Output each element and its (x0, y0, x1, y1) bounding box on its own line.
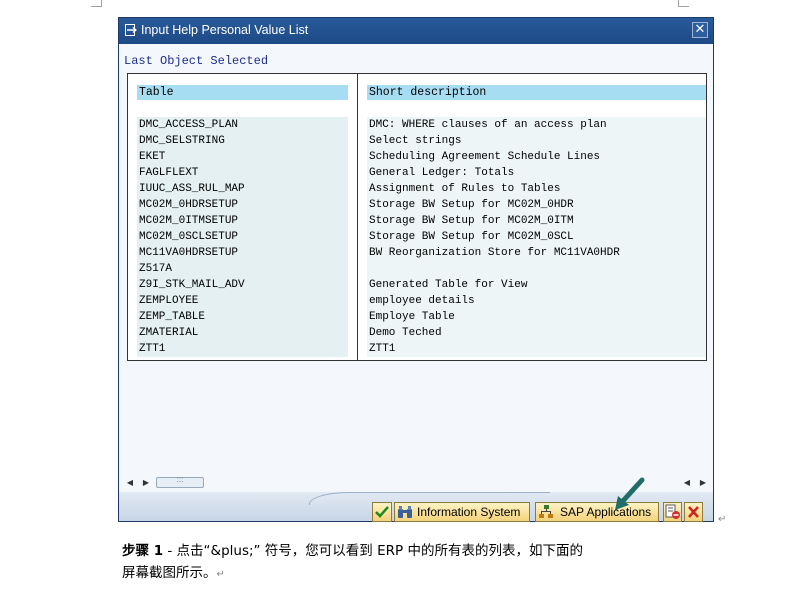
short-description-cell[interactable]: Storage BW Setup for MC02M_0SCL (367, 229, 706, 245)
short-description-cell[interactable] (367, 261, 706, 277)
short-description-cell[interactable]: General Ledger: Totals (367, 165, 706, 181)
scroll-right-end-icon[interactable]: ▶ (697, 477, 709, 489)
table-name-cell[interactable]: ZEMPLOYEE (137, 293, 348, 309)
section-heading: Last Object Selected (124, 54, 269, 68)
table-row[interactable]: DMC_ACCESS_PLAN DMC: WHERE clauses of an … (128, 117, 706, 133)
scroll-thumb[interactable]: ::: (156, 475, 204, 488)
confirm-button[interactable] (372, 502, 392, 522)
table-name-cell[interactable]: Z517A (137, 261, 348, 277)
table-row[interactable]: ZMATERIAL Demo Teched (128, 325, 706, 341)
short-description-cell[interactable]: Demo Teched (367, 325, 706, 341)
table-row[interactable]: FAGLFLEXT General Ledger: Totals (128, 165, 706, 181)
table-row[interactable]: MC02M_0HDRSETUP Storage BW Setup for MC02… (128, 197, 706, 213)
table-name-cell[interactable]: MC11VA0HDRSETUP (137, 245, 348, 261)
table-name-cell[interactable]: MC02M_0SCLSETUP (137, 229, 348, 245)
annotation-arrow-icon (615, 477, 645, 510)
short-description-cell[interactable]: Storage BW Setup for MC02M_0HDR (367, 197, 706, 213)
table-row[interactable]: EKET Scheduling Agreement Schedule Lines (128, 149, 706, 165)
table-name-cell[interactable]: Z9I_STK_MAIL_ADV (137, 277, 348, 293)
column-header-table[interactable]: Table (137, 85, 348, 100)
scroll-thumb-grip: ::: (176, 475, 184, 484)
cancel-button[interactable] (684, 502, 703, 522)
personal-list-button[interactable] (663, 502, 682, 522)
short-description-cell[interactable]: Scheduling Agreement Schedule Lines (367, 149, 706, 165)
table-row[interactable]: MC02M_0ITMSETUP Storage BW Setup for MC02… (128, 213, 706, 229)
table-row[interactable]: ZTT1 ZTT1 (128, 341, 706, 357)
instruction-paragraph: 步骤 1 - 点击“&plus;” 符号，您可以看到 ERP 中的所有表的列表，… (122, 540, 682, 586)
title-bar[interactable]: Input Help Personal Value List ✕ (119, 18, 713, 44)
instruction-line-2: 屏幕截图所示。 (122, 565, 217, 581)
page-corner-mark-left (91, 0, 102, 7)
instruction-line-1: - 点击“&plus;” 符号，您可以看到 ERP 中的所有表的列表，如下面的 (163, 543, 583, 559)
table-name-cell[interactable]: DMC_SELSTRING (137, 133, 348, 149)
page-corner-mark-right (678, 0, 689, 7)
scroll-left-icon[interactable]: ◀ (124, 477, 136, 489)
information-system-button[interactable]: Information System (394, 502, 530, 522)
scroll-right-icon[interactable]: ▶ (140, 477, 152, 489)
scroll-left-end-icon[interactable]: ◀ (681, 477, 693, 489)
step-label: 步骤 1 (122, 543, 164, 559)
table-name-cell[interactable]: ZTT1 (137, 341, 348, 357)
information-system-label: Information System (417, 505, 521, 519)
input-help-icon (125, 24, 137, 36)
value-list-table: Table Short description DMC_ACCESS_PLAN D… (127, 73, 707, 361)
table-row[interactable]: ZEMP_TABLE Employe Table (128, 309, 706, 325)
window-title: Input Help Personal Value List (141, 23, 309, 37)
short-description-cell[interactable]: employee details (367, 293, 706, 309)
list-remove-icon (665, 504, 680, 519)
short-description-cell[interactable]: BW Reorganization Store for MC11VA0HDR (367, 245, 706, 261)
short-description-cell[interactable]: Storage BW Setup for MC02M_0ITM (367, 213, 706, 229)
table-name-cell[interactable]: IUUC_ASS_RUL_MAP (137, 181, 348, 197)
table-row[interactable]: Z9I_STK_MAIL_ADV Generated Table for View (128, 277, 706, 293)
short-description-cell[interactable]: Select strings (367, 133, 706, 149)
short-description-cell[interactable]: Generated Table for View (367, 277, 706, 293)
table-name-cell[interactable]: MC02M_0ITMSETUP (137, 213, 348, 229)
table-row[interactable]: DMC_SELSTRING Select strings (128, 133, 706, 149)
table-row[interactable]: Z517A (128, 261, 706, 277)
short-description-cell[interactable]: DMC: WHERE clauses of an access plan (367, 117, 706, 133)
short-description-cell[interactable]: ZTT1 (367, 341, 706, 357)
short-description-cell[interactable]: Employe Table (367, 309, 706, 325)
table-row[interactable]: ZEMPLOYEE employee details (128, 293, 706, 309)
hierarchy-icon (539, 505, 553, 518)
table-row[interactable]: MC02M_0SCLSETUP Storage BW Setup for MC02… (128, 229, 706, 245)
cancel-x-icon (688, 506, 699, 518)
short-description-cell[interactable]: Assignment of Rules to Tables (367, 181, 706, 197)
table-name-cell[interactable]: FAGLFLEXT (137, 165, 348, 181)
binoculars-icon (398, 506, 412, 518)
table-row[interactable]: MC11VA0HDRSETUP BW Reorganization Store f… (128, 245, 706, 261)
paragraph-return-mark: ↵ (216, 569, 225, 580)
table-name-cell[interactable]: ZEMP_TABLE (137, 309, 348, 325)
table-rows: DMC_ACCESS_PLAN DMC: WHERE clauses of an … (128, 117, 706, 357)
table-row[interactable]: IUUC_ASS_RUL_MAP Assignment of Rules to T… (128, 181, 706, 197)
table-name-cell[interactable]: ZMATERIAL (137, 325, 348, 341)
table-name-cell[interactable]: DMC_ACCESS_PLAN (137, 117, 348, 133)
table-name-cell[interactable]: MC02M_0HDRSETUP (137, 197, 348, 213)
column-header-short-description[interactable]: Short description (367, 85, 706, 100)
close-icon: ✕ (694, 22, 706, 37)
return-mark: ↵ (718, 514, 727, 525)
sap-dialog-window: Input Help Personal Value List ✕ Last Ob… (118, 17, 714, 522)
table-name-cell[interactable]: EKET (137, 149, 348, 165)
close-button[interactable]: ✕ (692, 22, 708, 38)
checkmark-icon (375, 506, 389, 518)
